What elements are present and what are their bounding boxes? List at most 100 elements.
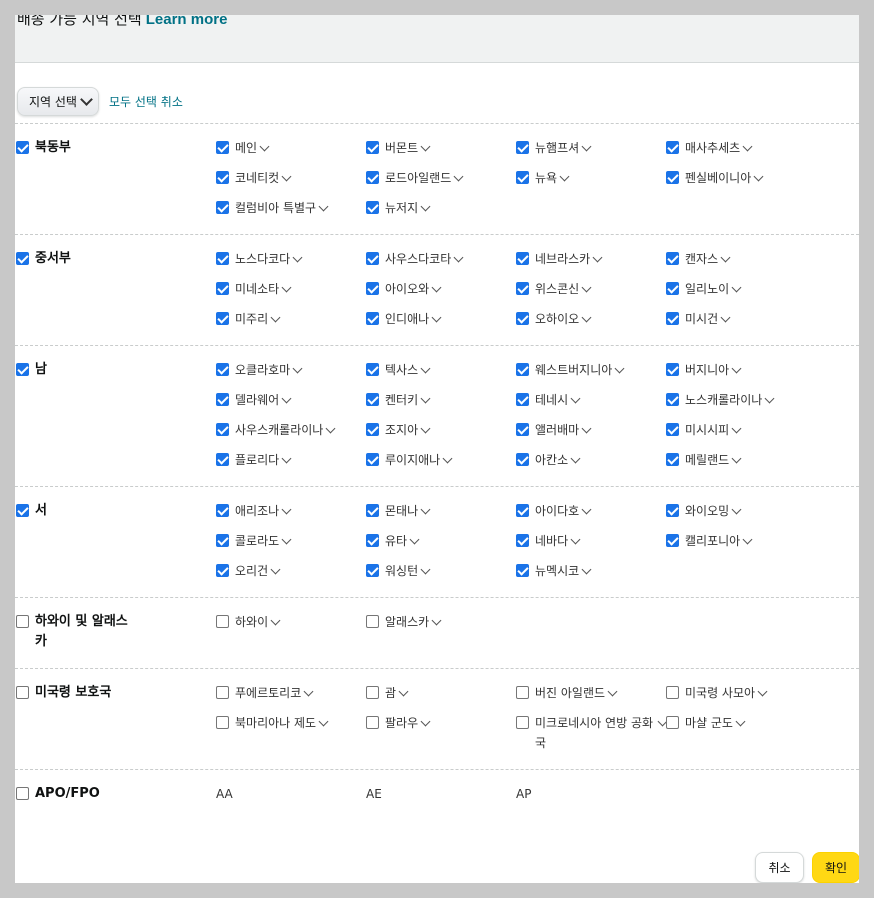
state-checkbox[interactable] <box>516 141 529 154</box>
chevron-down-icon[interactable] <box>431 312 442 323</box>
state-item[interactable]: AE <box>366 784 382 804</box>
state-item[interactable]: 푸에르토리코 <box>216 683 314 703</box>
state-checkbox[interactable] <box>366 423 379 436</box>
state-item[interactable]: 메릴랜드 <box>666 450 742 470</box>
state-item[interactable]: 버몬트 <box>366 138 431 158</box>
state-item[interactable]: 델라웨어 <box>216 390 292 410</box>
state-checkbox[interactable] <box>516 282 529 295</box>
chevron-down-icon[interactable] <box>409 534 420 545</box>
state-checkbox[interactable] <box>366 686 379 699</box>
state-checkbox[interactable] <box>216 564 229 577</box>
state-item[interactable]: 팔라우 <box>366 713 431 733</box>
state-item[interactable]: 버지니아 <box>666 360 742 380</box>
state-checkbox[interactable] <box>366 534 379 547</box>
state-item[interactable]: 웨스트버지니아 <box>516 360 625 380</box>
state-checkbox[interactable] <box>216 615 229 628</box>
state-checkbox[interactable] <box>366 171 379 184</box>
chevron-down-icon[interactable] <box>442 453 453 464</box>
state-checkbox[interactable] <box>516 564 529 577</box>
chevron-down-icon[interactable] <box>270 615 281 626</box>
state-item[interactable]: 오클라호마 <box>216 360 303 380</box>
checkbox[interactable] <box>16 615 29 628</box>
chevron-down-icon[interactable] <box>570 453 581 464</box>
state-item[interactable]: 뉴욕 <box>516 168 570 188</box>
chevron-down-icon[interactable] <box>398 686 409 697</box>
state-checkbox[interactable] <box>516 453 529 466</box>
state-item[interactable]: 코네티컷 <box>216 168 292 188</box>
chevron-down-icon[interactable] <box>259 141 270 152</box>
chevron-down-icon[interactable] <box>420 504 431 515</box>
state-item[interactable]: 텍사스 <box>366 360 431 380</box>
state-checkbox[interactable] <box>516 423 529 436</box>
chevron-down-icon[interactable] <box>731 453 742 464</box>
state-item[interactable]: 마샬 군도 <box>666 713 746 733</box>
chevron-down-icon[interactable] <box>720 312 731 323</box>
state-checkbox[interactable] <box>366 201 379 214</box>
state-item[interactable]: 컬럼비아 특별구 <box>216 198 329 218</box>
state-item[interactable]: 테네시 <box>516 390 581 410</box>
state-checkbox[interactable] <box>216 201 229 214</box>
chevron-down-icon[interactable] <box>292 252 303 263</box>
chevron-down-icon[interactable] <box>581 423 592 434</box>
state-item[interactable]: 펜실베이니아 <box>666 168 764 188</box>
state-checkbox[interactable] <box>216 453 229 466</box>
state-checkbox[interactable] <box>366 282 379 295</box>
state-checkbox[interactable] <box>666 453 679 466</box>
chevron-down-icon[interactable] <box>431 615 442 626</box>
state-checkbox[interactable] <box>366 393 379 406</box>
state-checkbox[interactable] <box>516 504 529 517</box>
chevron-down-icon[interactable] <box>281 282 292 293</box>
chevron-down-icon[interactable] <box>570 393 581 404</box>
state-item[interactable]: 버진 아일랜드 <box>516 683 618 703</box>
chevron-down-icon[interactable] <box>581 282 592 293</box>
state-item[interactable]: 앨러배마 <box>516 420 592 440</box>
clear-all-link[interactable]: 모두 선택 취소 <box>109 93 183 110</box>
state-checkbox[interactable] <box>216 423 229 436</box>
chevron-down-icon[interactable] <box>731 504 742 515</box>
state-checkbox[interactable] <box>216 171 229 184</box>
region-group-checkbox[interactable]: 미국령 보호국 <box>16 683 135 703</box>
state-item[interactable]: 미크로네시아 연방 공화국 <box>516 713 668 753</box>
region-group-checkbox[interactable]: APO/FPO <box>16 784 135 804</box>
state-item[interactable]: 유타 <box>366 531 420 551</box>
state-item[interactable]: 캘리포니아 <box>666 531 753 551</box>
state-checkbox[interactable] <box>516 252 529 265</box>
confirm-button[interactable]: 확인 <box>812 852 859 883</box>
chevron-down-icon[interactable] <box>581 312 592 323</box>
state-item[interactable]: 북마리아나 제도 <box>216 713 329 733</box>
chevron-down-icon[interactable] <box>453 171 464 182</box>
region-group-checkbox[interactable]: 북동부 <box>16 138 135 158</box>
chevron-down-icon[interactable] <box>303 686 314 697</box>
chevron-down-icon[interactable] <box>281 393 292 404</box>
state-checkbox[interactable] <box>216 393 229 406</box>
checkbox[interactable] <box>16 686 29 699</box>
region-group-checkbox[interactable]: 남 <box>16 360 135 380</box>
state-checkbox[interactable] <box>516 716 529 729</box>
chevron-down-icon[interactable] <box>592 252 603 263</box>
chevron-down-icon[interactable] <box>581 504 592 515</box>
state-item[interactable]: 미시건 <box>666 309 731 329</box>
cancel-button[interactable]: 취소 <box>755 852 804 883</box>
state-checkbox[interactable] <box>516 686 529 699</box>
state-item[interactable]: 네브라스카 <box>516 249 603 269</box>
chevron-down-icon[interactable] <box>720 252 731 263</box>
state-checkbox[interactable] <box>666 716 679 729</box>
state-item[interactable]: 뉴멕시코 <box>516 561 592 581</box>
state-item[interactable]: AP <box>516 784 531 804</box>
state-checkbox[interactable] <box>666 282 679 295</box>
chevron-down-icon[interactable] <box>731 282 742 293</box>
state-checkbox[interactable] <box>666 504 679 517</box>
state-checkbox[interactable] <box>516 393 529 406</box>
state-item[interactable]: 오리건 <box>216 561 281 581</box>
chevron-down-icon[interactable] <box>420 716 431 727</box>
chevron-down-icon[interactable] <box>764 393 775 404</box>
state-checkbox[interactable] <box>216 504 229 517</box>
region-group-checkbox[interactable]: 하와이 및 알래스카 <box>16 612 135 652</box>
chevron-down-icon[interactable] <box>735 716 746 727</box>
state-checkbox[interactable] <box>666 312 679 325</box>
chevron-down-icon[interactable] <box>607 686 618 697</box>
state-item[interactable]: 캔자스 <box>666 249 731 269</box>
state-item[interactable]: 사우스다코타 <box>366 249 464 269</box>
state-checkbox[interactable] <box>366 312 379 325</box>
state-checkbox[interactable] <box>216 141 229 154</box>
